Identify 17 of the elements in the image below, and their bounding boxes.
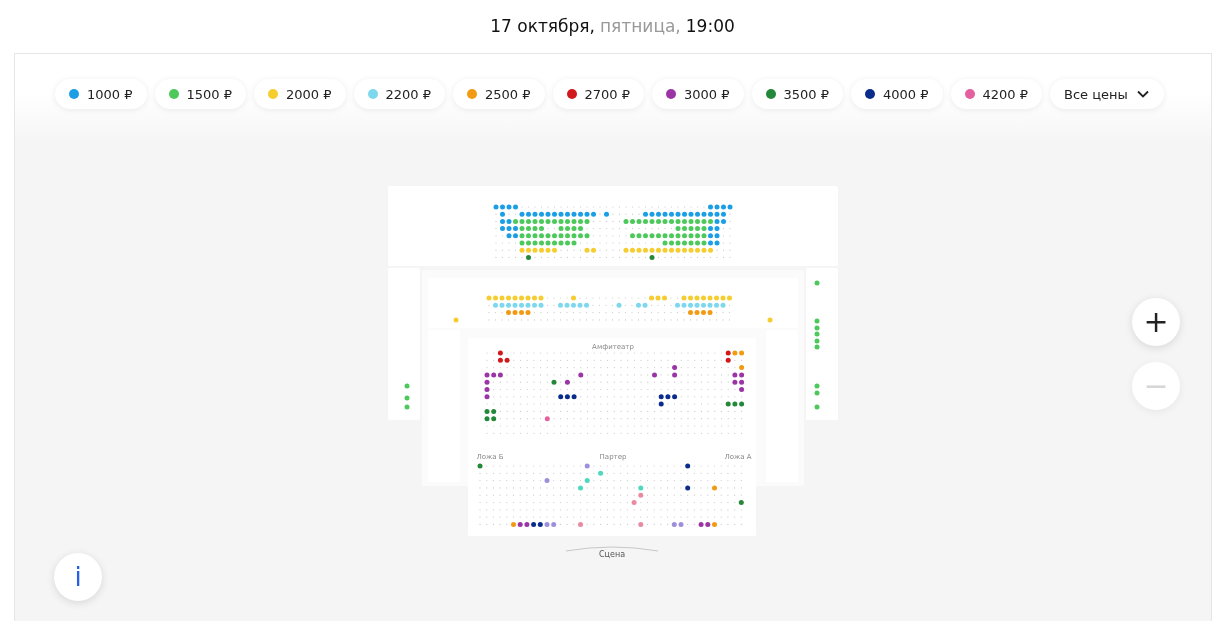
zoom-in-button[interactable]: + [1132,298,1180,346]
price-filter-chip[interactable]: 2500 ₽ [453,79,545,109]
price-filter-chip[interactable]: 1500 ₽ [154,79,246,109]
price-filter-chip[interactable]: 4000 ₽ [851,79,943,109]
price-filter-chip[interactable]: 2700 ₽ [552,79,644,109]
price-filter-chip[interactable]: 1000 ₽ [55,79,147,109]
event-time: 19:00 [685,15,735,36]
event-date: 17 октября, [490,15,595,36]
price-filter-chip[interactable]: 4200 ₽ [950,79,1042,109]
info-button[interactable]: i [54,553,102,601]
event-weekday: пятница, [599,15,681,36]
stage-label: Сцена [598,550,626,559]
price-filter-chip[interactable]: 3500 ₽ [751,79,843,109]
price-filter-chip[interactable]: 2000 ₽ [254,79,346,109]
price-filter-chip[interactable]: 2200 ₽ [353,79,445,109]
all-prices-dropdown[interactable]: Все цены [1050,79,1164,109]
price-filter-chip[interactable]: 3000 ₽ [652,79,744,109]
